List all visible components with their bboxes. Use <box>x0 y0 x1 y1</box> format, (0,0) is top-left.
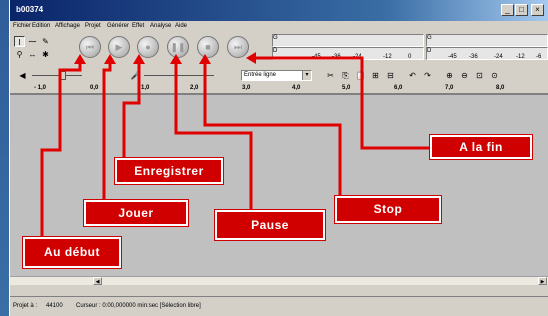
chevron-down-icon: ▾ <box>302 71 311 80</box>
menu-affichage[interactable]: Affichage <box>55 23 80 29</box>
paste-icon[interactable]: 📋 <box>355 70 366 81</box>
zoom-in-icon[interactable]: ⊕ <box>444 70 455 81</box>
record-icon: ● <box>145 42 151 52</box>
menu-edition[interactable]: Edition <box>32 23 50 29</box>
window-title: b00374 <box>16 5 44 14</box>
annotation-au-debut: Au début <box>22 236 122 269</box>
speaker-icon: ◀ <box>19 71 26 80</box>
annotation-a-la-fin: A la fin <box>429 134 533 160</box>
pause-button[interactable]: ❚❚ <box>167 36 189 58</box>
skip-to-end-button[interactable]: ⏭ <box>227 36 249 58</box>
close-button[interactable]: × <box>531 4 544 16</box>
input-source-select[interactable]: Entrée ligne ▾ <box>241 70 312 81</box>
input-slider-track[interactable] <box>144 75 214 76</box>
timeshift-tool-icon[interactable]: ↔ <box>27 49 38 60</box>
play-icon: ▶ <box>115 42 123 52</box>
menu-effet[interactable]: Effet <box>132 23 144 29</box>
zoom-tool-icon[interactable]: ⚲ <box>14 49 25 60</box>
zoom-selection-icon[interactable]: ⊙ <box>489 70 500 81</box>
cut-icon[interactable]: ✂ <box>325 70 336 81</box>
maximize-button[interactable]: □ <box>515 4 528 16</box>
pause-icon: ❚❚ <box>170 42 186 52</box>
rate-label: Projet à : <box>13 303 38 309</box>
status-bar: Projet à : 44100 Curseur : 0:00,000000 m… <box>10 296 548 316</box>
volume-slider-handle[interactable] <box>60 71 66 80</box>
record-button[interactable]: ● <box>137 36 159 58</box>
skip-start-icon: ⏮ <box>85 42 95 52</box>
menu-fichier[interactable]: Fichier <box>13 23 31 29</box>
scroll-left-icon[interactable]: ◀ <box>93 277 102 285</box>
draw-tool-icon[interactable]: ✎ <box>40 36 51 47</box>
annotation-stop: Stop <box>334 195 442 224</box>
copy-icon[interactable]: ⎘ <box>340 70 351 81</box>
output-meter-right[interactable]: D <box>272 47 424 60</box>
trim-icon[interactable]: ⊞ <box>370 70 381 81</box>
project-rate-value[interactable]: 44100 <box>46 303 63 309</box>
silence-icon[interactable]: ⊟ <box>385 70 396 81</box>
selection-tool-icon[interactable]: I <box>14 36 25 47</box>
fit-project-icon[interactable]: ⊡ <box>474 70 485 81</box>
volume-slider-track[interactable] <box>32 75 82 76</box>
menu-analyse[interactable]: Analyse <box>150 23 171 29</box>
input-meter-right[interactable]: D <box>426 47 548 60</box>
output-meter-left[interactable]: G <box>272 34 424 47</box>
menu-generer[interactable]: Générer <box>107 23 129 29</box>
timeline-ruler[interactable]: - 1,0 0,0 1,0 2,0 3,0 4,0 5,0 6,0 7,0 8,… <box>10 84 548 94</box>
input-meter-left[interactable]: G <box>426 34 548 47</box>
cursor-status: Curseur : 0:00,000000 min:sec [Sélection… <box>76 303 201 309</box>
play-button[interactable]: ▶ <box>108 36 130 58</box>
skip-end-icon: ⏭ <box>233 42 243 52</box>
menu-aide[interactable]: Aide <box>175 23 187 29</box>
annotation-pause: Pause <box>214 209 326 241</box>
menu-projet[interactable]: Projet <box>85 23 101 29</box>
menu-bar: Fichier Edition Affichage Projet Générer… <box>10 21 548 33</box>
skip-to-start-button[interactable]: ⏮ <box>79 36 101 58</box>
title-bar[interactable]: b00374 _ □ × <box>10 0 548 21</box>
scroll-right-icon[interactable]: ▶ <box>538 277 547 285</box>
envelope-tool-icon[interactable]: ⁓ <box>27 36 38 47</box>
minimize-button[interactable]: _ <box>501 4 514 16</box>
stop-button[interactable]: ■ <box>197 36 219 58</box>
mic-icon: 🎤 <box>130 71 141 80</box>
zoom-out-icon[interactable]: ⊖ <box>459 70 470 81</box>
multi-tool-icon[interactable]: ✱ <box>40 49 51 60</box>
redo-icon[interactable]: ↷ <box>422 70 433 81</box>
annotation-enregistrer: Enregistrer <box>114 157 224 185</box>
horizontal-scrollbar[interactable]: ◀ ▶ <box>10 276 548 285</box>
undo-icon[interactable]: ↶ <box>407 70 418 81</box>
annotation-jouer: Jouer <box>83 199 189 227</box>
stop-icon: ■ <box>205 42 211 52</box>
